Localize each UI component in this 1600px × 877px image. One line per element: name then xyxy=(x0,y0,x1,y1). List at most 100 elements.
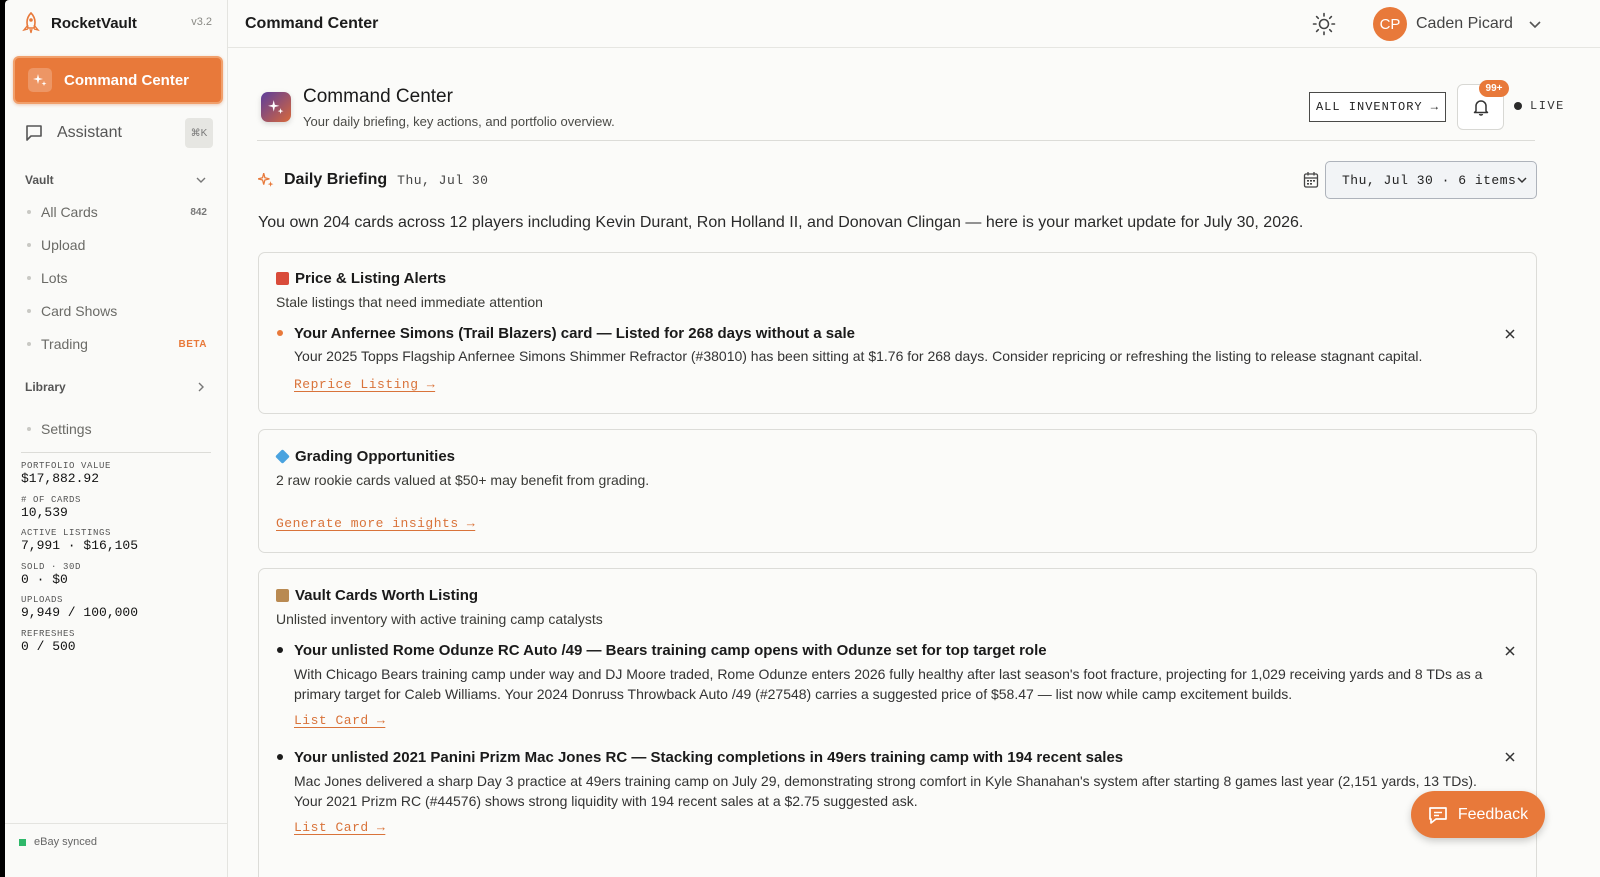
feedback-label: Feedback xyxy=(1457,805,1529,823)
nav-assistant-label: Assistant xyxy=(57,124,122,141)
stat-label: REFRESHES xyxy=(21,628,76,639)
stat-portfolio-value: PORTFOLIO VALUE $17,882.92 xyxy=(21,461,211,495)
list-card-link[interactable]: List Card → xyxy=(294,820,385,835)
sync-status: eBay synced xyxy=(19,836,97,848)
sidebar-item-lots[interactable]: Lots xyxy=(27,268,207,288)
sidebar-item-label: Lots xyxy=(41,270,68,286)
chevron-down-icon xyxy=(1529,21,1541,29)
brand[interactable]: RocketVault xyxy=(21,11,137,35)
vault-listing-card: Vault Cards Worth Listing Unlisted inven… xyxy=(258,568,1537,877)
live-label: LIVE xyxy=(1530,99,1565,113)
alert-title: Your Anfernee Simons (Trail Blazers) car… xyxy=(294,325,855,342)
close-icon[interactable] xyxy=(1503,327,1517,341)
main-content: Command Center CP Caden Picard Command C… xyxy=(228,0,1600,877)
gem-icon xyxy=(275,449,290,464)
bell-icon xyxy=(1473,100,1488,116)
sidebar-item-settings[interactable]: Settings xyxy=(27,419,207,439)
stat-label: ACTIVE LISTINGS xyxy=(21,528,112,539)
card-subtitle: Stale listings that need immediate atten… xyxy=(276,294,543,310)
close-icon[interactable] xyxy=(1503,750,1517,764)
list-card-link[interactable]: List Card → xyxy=(294,713,385,728)
divider xyxy=(5,823,227,824)
page-title: Command Center xyxy=(303,86,453,107)
stat-active-listings: ACTIVE LISTINGS 7,991 · $16,105 xyxy=(21,528,211,562)
card-title-text: Price & Listing Alerts xyxy=(295,270,447,287)
stat-card-count: # OF CARDS 10,539 xyxy=(21,495,211,529)
live-dot-icon xyxy=(1514,102,1522,110)
sidebar-item-trading[interactable]: Trading BETA xyxy=(27,334,207,354)
bullet xyxy=(27,427,31,431)
chevron-down-icon xyxy=(1517,177,1527,184)
card-title: Grading Opportunities xyxy=(275,448,455,465)
vault-section-toggle[interactable]: Vault xyxy=(25,173,207,187)
briefing-header: Daily Briefing Thu, Jul 30 xyxy=(258,171,488,189)
user-menu[interactable]: CP Caden Picard xyxy=(1373,7,1542,41)
sidebar-item-card-shows[interactable]: Card Shows xyxy=(27,301,207,321)
user-name: Caden Picard xyxy=(1416,15,1513,32)
bullet xyxy=(27,309,31,313)
live-indicator: LIVE xyxy=(1514,99,1565,113)
stat-label: # OF CARDS xyxy=(21,494,82,505)
all-inventory-button[interactable]: ALL INVENTORY → xyxy=(1309,92,1446,122)
bullet xyxy=(27,276,31,280)
sidebar-item-label: Trading xyxy=(41,336,88,352)
feedback-icon xyxy=(1429,806,1447,824)
brand-name: RocketVault xyxy=(51,14,137,32)
alert-bullet-icon xyxy=(277,330,283,336)
grading-card: Grading Opportunities 2 raw rookie cards… xyxy=(258,429,1537,553)
card-title-text: Grading Opportunities xyxy=(295,448,455,465)
library-section-toggle[interactable]: Library xyxy=(25,380,207,394)
beta-badge: BETA xyxy=(178,338,207,350)
stat-value: 9,949 / 100,000 xyxy=(21,605,139,621)
sidebar-item-upload[interactable]: Upload xyxy=(27,235,207,255)
sparkle-icon xyxy=(28,68,52,92)
stat-label: PORTFOLIO VALUE xyxy=(21,461,112,471)
stat-value: 0 / 500 xyxy=(21,638,76,654)
library-section-label: Library xyxy=(25,380,66,394)
briefing-date-select[interactable]: Thu, Jul 30 · 6 items xyxy=(1325,161,1537,199)
bullet xyxy=(27,210,31,214)
sidebar-item-label: Settings xyxy=(41,421,92,437)
vault-section-label: Vault xyxy=(25,173,54,187)
briefing-date: Thu, Jul 30 xyxy=(397,172,489,188)
chevron-right-icon xyxy=(198,382,204,392)
avatar: CP xyxy=(1373,7,1407,41)
sidebar-item-label: All Cards xyxy=(41,204,98,220)
command-center-icon xyxy=(261,92,291,122)
stat-label: SOLD · 30D xyxy=(21,561,82,572)
generate-insights-link[interactable]: Generate more insights → xyxy=(276,516,475,531)
listing-title: Your unlisted 2021 Panini Prizm Mac Jone… xyxy=(294,749,1124,766)
notification-count-badge: 99+ xyxy=(1479,80,1509,97)
card-subtitle: Unlisted inventory with active training … xyxy=(276,611,603,627)
nav-assistant[interactable]: Assistant ⌘K xyxy=(25,116,213,150)
feedback-button[interactable]: Feedback xyxy=(1411,791,1545,838)
nav-command-center-label: Command Center xyxy=(64,71,190,89)
stat-value: 0 · $0 xyxy=(21,571,68,587)
sync-status-label: eBay synced xyxy=(34,836,97,848)
divider xyxy=(257,140,1535,141)
alert-body: Your 2025 Topps Flagship Anfernee Simons… xyxy=(294,348,1423,364)
date-select-value: Thu, Jul 30 · 6 items xyxy=(1342,172,1517,188)
stat-value: 7,991 · $16,105 xyxy=(21,538,139,554)
card-title: Vault Cards Worth Listing xyxy=(276,587,478,604)
bullet xyxy=(27,243,31,247)
count-badge: 842 xyxy=(190,206,207,218)
stat-refreshes: REFRESHES 0 / 500 xyxy=(21,629,211,663)
nav-command-center[interactable]: Command Center xyxy=(13,56,223,104)
sidebar-item-label: Upload xyxy=(41,237,86,253)
stat-sold-30d: SOLD · 30D 0 · $0 xyxy=(21,562,211,596)
sidebar-item-label: Card Shows xyxy=(41,303,118,319)
reprice-listing-link[interactable]: Reprice Listing → xyxy=(294,377,435,392)
listing-body: With Chicago Bears training camp under w… xyxy=(294,666,1483,702)
siren-icon xyxy=(276,272,289,285)
bullet xyxy=(27,342,31,346)
sidebar-item-all-cards[interactable]: All Cards 842 xyxy=(27,202,207,222)
sun-icon[interactable] xyxy=(1312,12,1336,36)
package-icon xyxy=(276,589,289,602)
divider xyxy=(21,452,211,453)
close-icon[interactable] xyxy=(1503,644,1517,658)
rocket-logo-icon xyxy=(22,12,40,34)
portfolio-stats: PORTFOLIO VALUE $17,882.92 # OF CARDS 10… xyxy=(21,461,211,663)
chevron-down-icon xyxy=(196,177,206,183)
price-alerts-card: Price & Listing Alerts Stale listings th… xyxy=(258,252,1537,414)
